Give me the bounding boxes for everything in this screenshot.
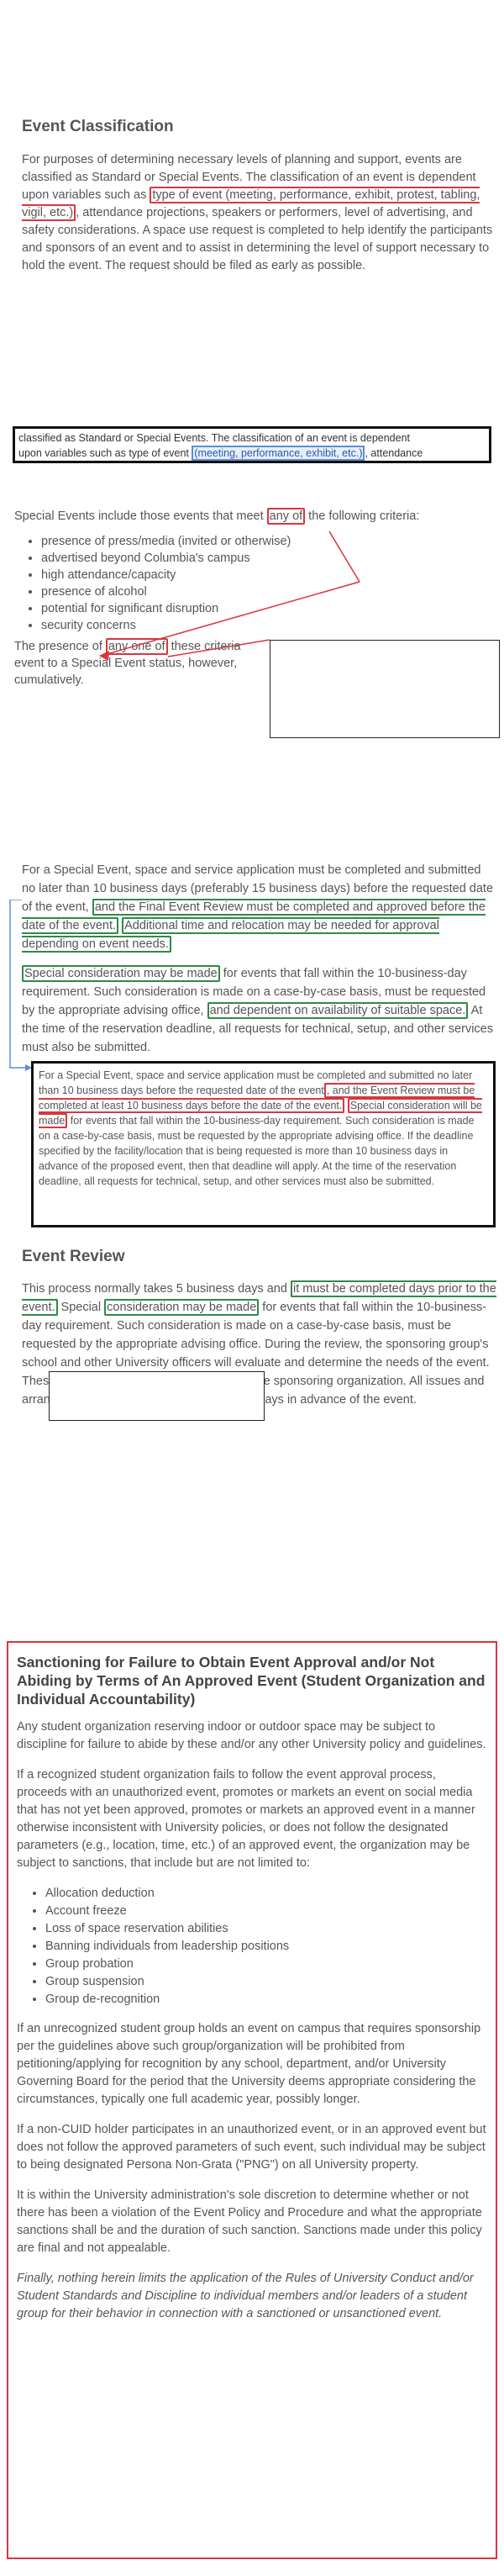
list-item: Allocation deduction: [45, 1885, 487, 1903]
sanctions-final-paragraph: Finally, nothing herein limits the appli…: [17, 2272, 474, 2320]
sanctions-paragraph: It is within the University administrati…: [17, 2188, 482, 2255]
submission-paragraph-2: Special consideration may be made for ev…: [22, 965, 493, 1054]
annotation-arrows: [99, 531, 360, 661]
sanctions-paragraph: If an unrecognized student group holds a…: [17, 2022, 481, 2106]
list-item: Group probation: [45, 1956, 487, 1973]
overlay-blank-box: [49, 1371, 265, 1421]
sanctions-paragraph: Any student organization reserving indoo…: [17, 1720, 486, 1751]
submission-section: For a Special Event, space and service a…: [22, 861, 497, 1057]
submission-paragraph-1: For a Special Event, space and service a…: [22, 863, 494, 953]
arrow-head: [99, 651, 109, 661]
connector-path: [9, 900, 29, 1069]
special-consideration-highlight: Special consideration may be made: [22, 965, 220, 982]
sanctions-paragraph: If a non-CUID holder participates in an …: [17, 2123, 486, 2172]
connector-line: [9, 900, 32, 1071]
arrow-line: [100, 581, 360, 657]
review-heading: Event Review: [22, 1248, 125, 1265]
list-item: Loss of space reservation abilities: [45, 1920, 487, 1938]
list-item: Group suspension: [45, 1973, 487, 1991]
sanctions-section: Sanctioning for Failure to Obtain Event …: [7, 1641, 497, 2559]
zoom-callout-submission: For a Special Event, space and service a…: [31, 1061, 496, 1227]
list-item: Banning individuals from leadership posi…: [45, 1938, 487, 1956]
sanctions-paragraph: If a recognized student organization fai…: [17, 1768, 475, 1870]
list-item: Account freeze: [45, 1903, 487, 1920]
sanctions-heading: Sanctioning for Failure to Obtain Event …: [17, 1654, 486, 1708]
arrow-line: [167, 639, 270, 657]
sanctions-list: Allocation deduction Account freeze Loss…: [17, 1885, 487, 2009]
availability-highlight: and dependent on availability of suitabl…: [207, 1002, 469, 1019]
consideration-highlight: consideration may be made: [104, 1299, 260, 1316]
arrow-line: [328, 531, 360, 583]
list-item: Group de-recognition: [45, 1991, 487, 2009]
